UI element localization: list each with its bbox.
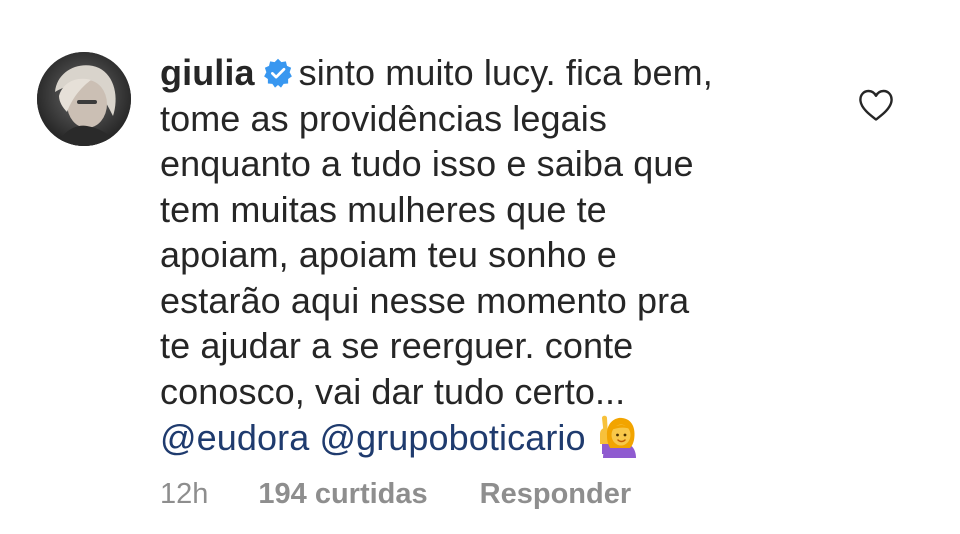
avatar[interactable] — [37, 52, 131, 146]
comment-body: giulia sinto muito lucy. fica bem, tome … — [160, 50, 840, 461]
likes-count[interactable]: 194 curtidas — [258, 478, 427, 511]
mention-grupoboticario[interactable]: @grupoboticario — [319, 417, 585, 458]
person-raising-hand-emoji — [599, 415, 636, 458]
comment-text-line: te ajudar a se reerguer. conte — [160, 325, 634, 366]
verified-badge-icon — [263, 58, 292, 88]
timestamp[interactable]: 12h — [160, 478, 208, 511]
mentions-line: @eudora @grupoboticario — [160, 414, 840, 461]
comment-text-line: apoiam, apoiam teu sonho e — [160, 234, 617, 275]
username[interactable]: giulia — [160, 52, 255, 93]
comment-text-line: conosco, vai dar tudo certo... — [160, 370, 626, 412]
comment: giulia sinto muito lucy. fica bem, tome … — [0, 0, 960, 534]
comment-text-line: tem muitas mulheres que te — [160, 188, 607, 230]
mention-eudora[interactable]: @eudora — [160, 417, 309, 458]
heart-outline-icon[interactable] — [858, 88, 894, 122]
comment-text-line: tome as providências legais — [160, 97, 607, 139]
comment-text-line: estarão aqui nesse momento pra — [160, 279, 690, 321]
comment-text-line: sinto muito lucy. fica bem, — [298, 52, 713, 93]
comment-text-line: enquanto a tudo isso e saiba que — [160, 143, 694, 184]
reply-button[interactable]: Responder — [480, 478, 631, 511]
comment-meta: 12h 194 curtidas Responder — [160, 478, 631, 511]
avatar-photo — [37, 52, 131, 146]
comment-line-1: giulia sinto muito lucy. fica bem, — [160, 50, 840, 96]
